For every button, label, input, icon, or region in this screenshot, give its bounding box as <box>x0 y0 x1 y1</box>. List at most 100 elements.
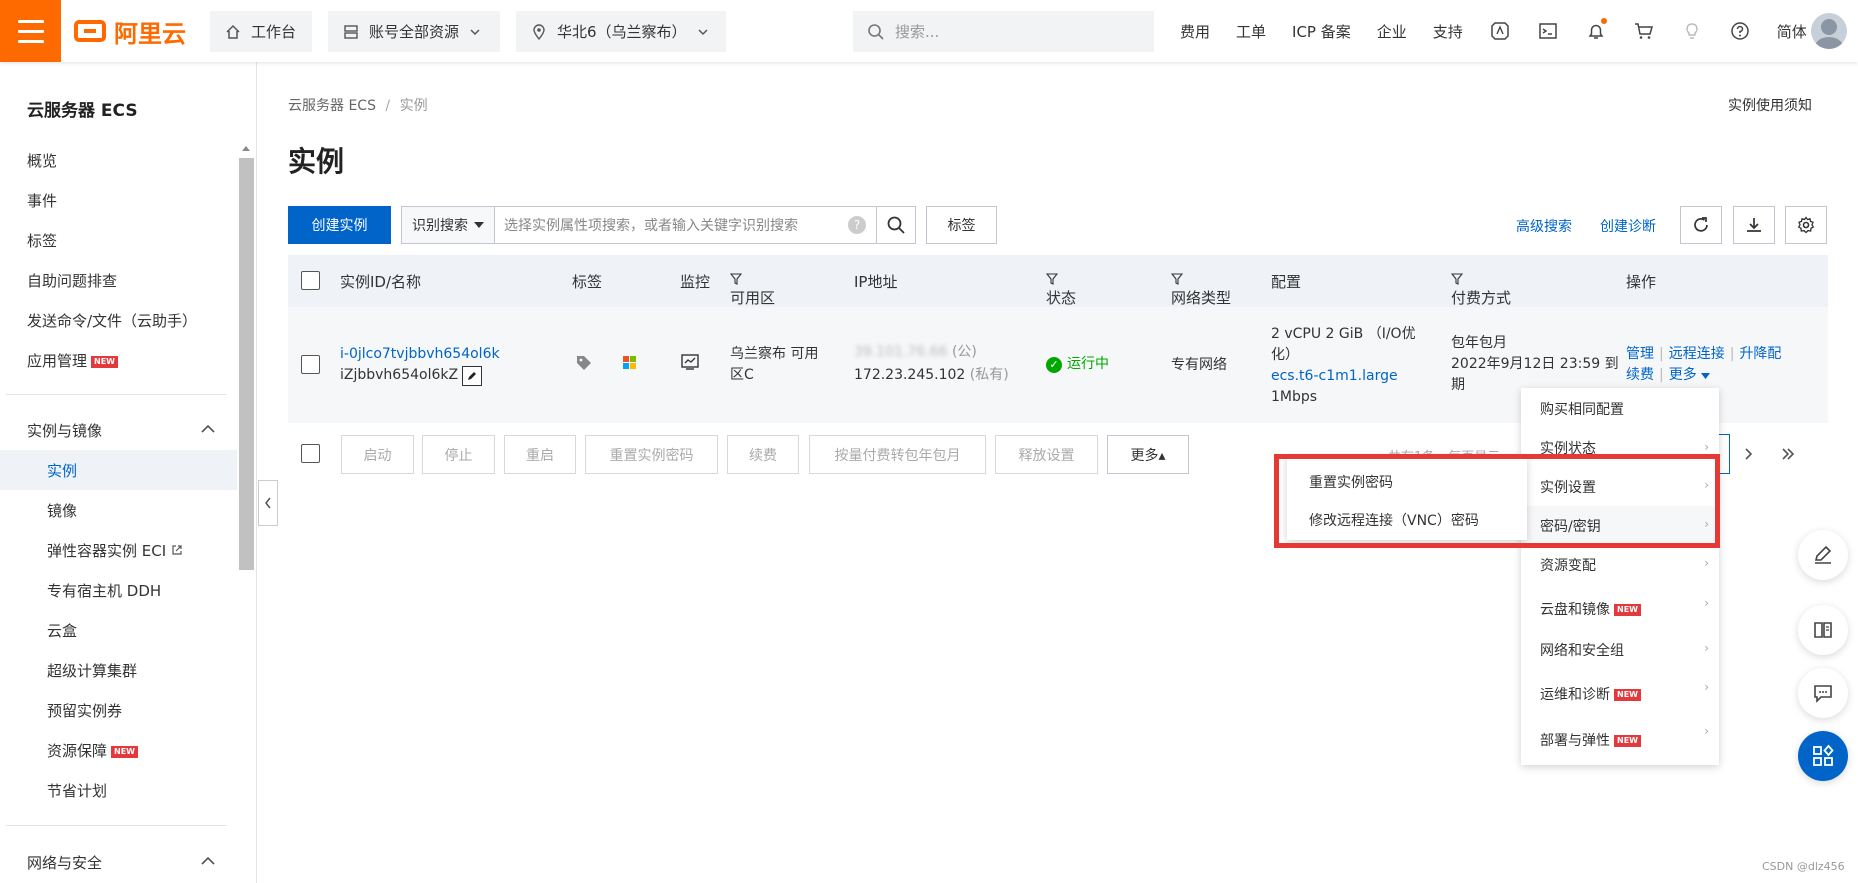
scrollbar-thumb[interactable] <box>239 158 254 570</box>
col-network[interactable]: 网络类型 <box>1170 271 1231 307</box>
nav-support[interactable]: 支持 <box>1433 21 1463 42</box>
row-checkbox[interactable] <box>301 355 320 374</box>
stop-button[interactable]: 停止 <box>422 435 495 474</box>
col-zone[interactable]: 可用区 <box>729 271 775 307</box>
remote-connect-link[interactable]: 远程连接 <box>1669 346 1725 362</box>
sidebar-item-ddh[interactable]: 专有宿主机 DDH <box>47 580 161 601</box>
manage-link[interactable]: 管理 <box>1626 346 1654 362</box>
global-search-input[interactable]: 搜索... <box>853 11 1154 52</box>
nav-enterprise[interactable]: 企业 <box>1377 21 1407 42</box>
menu-item-resize[interactable]: 资源变配 <box>1540 555 1596 575</box>
docs-button[interactable] <box>1798 605 1848 655</box>
chat-button[interactable] <box>1798 668 1848 718</box>
select-all-checkbox[interactable] <box>301 271 320 290</box>
reset-password-button[interactable]: 重置实例密码 <box>585 435 718 474</box>
feedback-button[interactable] <box>1798 530 1848 580</box>
menu-icon[interactable] <box>0 0 61 62</box>
lightbulb-icon[interactable] <box>1681 20 1703 42</box>
refresh-button[interactable] <box>1680 206 1722 244</box>
renew-button[interactable]: 续费 <box>727 435 799 474</box>
sidebar-item-cloud-assistant[interactable]: 发送命令/文件（云助手） <box>27 310 197 331</box>
breadcrumb-root[interactable]: 云服务器 ECS <box>288 98 376 114</box>
sidebar-item-troubleshoot[interactable]: 自助问题排查 <box>27 270 117 291</box>
language-switch[interactable]: 简体 <box>1777 21 1807 42</box>
aliyun-logo-icon <box>74 20 106 42</box>
sidebar-active-highlight <box>0 450 237 490</box>
col-status[interactable]: 状态 <box>1045 271 1076 307</box>
col-status-label: 状态 <box>1046 289 1077 307</box>
advanced-search-link[interactable]: 高级搜索 <box>1516 216 1572 236</box>
sidebar-scrollbar[interactable] <box>237 140 256 883</box>
scroll-up-icon[interactable] <box>241 144 251 152</box>
sidebar-item-instances[interactable]: 实例 <box>47 460 77 481</box>
api-icon[interactable] <box>1489 20 1511 42</box>
sidebar-item-events[interactable]: 事件 <box>27 190 57 211</box>
avatar[interactable] <box>1811 13 1847 49</box>
workbench-button[interactable]: 工作台 <box>210 11 312 52</box>
sidebar-item-savings-plan[interactable]: 节省计划 <box>47 780 107 801</box>
nav-fees[interactable]: 费用 <box>1180 21 1210 42</box>
filter-icon <box>729 273 743 285</box>
download-button[interactable] <box>1733 206 1775 244</box>
monitor-chart-icon[interactable] <box>681 353 699 375</box>
sidebar-item-tags[interactable]: 标签 <box>27 230 57 251</box>
cart-icon[interactable] <box>1633 20 1655 42</box>
instance-notice-link[interactable]: 实例使用须知 <box>1728 95 1812 115</box>
row-actions-line1: 管理 | 远程连接 | 升降配 <box>1626 344 1781 365</box>
instance-type-link[interactable]: ecs.t6-c1m1.large <box>1271 366 1398 387</box>
region-select[interactable]: 华北6（乌兰察布） <box>516 11 726 52</box>
chevron-left-icon <box>265 497 271 509</box>
upgrade-link[interactable]: 升降配 <box>1739 346 1781 362</box>
bulk-more-button[interactable]: 更多▴ <box>1107 435 1189 474</box>
help-icon[interactable] <box>1729 20 1751 42</box>
search-button[interactable] <box>876 206 916 244</box>
sidebar-item-app-management[interactable]: 应用管理 NEW <box>27 350 118 371</box>
next-page-icon[interactable] <box>1742 447 1754 461</box>
top-nav: 费用 工单 ICP 备案 企业 支持 简体 <box>1180 0 1807 62</box>
instance-id-link[interactable]: i-0jlco7tvjbbvh654ol6k <box>340 344 500 365</box>
restart-button[interactable]: 重启 <box>504 435 576 474</box>
sidebar-item-cloud-box[interactable]: 云盒 <box>47 620 77 641</box>
apps-button[interactable] <box>1798 731 1848 781</box>
sidebar-item-overview[interactable]: 概览 <box>27 150 57 171</box>
chevron-up-icon[interactable] <box>200 423 216 435</box>
sidebar-group-instances-images[interactable]: 实例与镜像 <box>27 420 102 441</box>
convert-billing-button[interactable]: 按量付费转包年包月 <box>809 435 986 474</box>
tag-filter-button[interactable]: 标签 <box>926 206 997 244</box>
menu-item-deploy-elastic[interactable]: 部署与弹性 NEW <box>1540 730 1641 750</box>
last-page-icon[interactable] <box>1780 447 1796 461</box>
sidebar-item-images[interactable]: 镜像 <box>47 500 77 521</box>
terminal-icon[interactable] <box>1537 20 1559 42</box>
create-diagnosis-link[interactable]: 创建诊断 <box>1600 216 1656 236</box>
sidebar-item-scc[interactable]: 超级计算集群 <box>47 660 137 681</box>
tag-icon[interactable] <box>576 355 592 375</box>
bulk-select-checkbox[interactable] <box>301 444 320 463</box>
more-actions-link[interactable]: 更多 <box>1669 367 1711 383</box>
logo[interactable]: 阿里云 <box>74 14 186 48</box>
edit-name-icon[interactable] <box>462 365 483 386</box>
sidebar-item-resource-guarantee[interactable]: 资源保障 NEW <box>47 740 138 761</box>
nav-icp[interactable]: ICP 备案 <box>1292 21 1351 42</box>
account-resources-select[interactable]: 账号全部资源 <box>328 11 500 52</box>
sidebar-item-eci[interactable]: 弹性容器实例 ECI <box>47 540 183 561</box>
sidebar-item-reserved[interactable]: 预留实例券 <box>47 700 122 721</box>
menu-item-network-sg[interactable]: 网络和安全组 <box>1540 640 1624 660</box>
menu-item-ops-diagnosis[interactable]: 运维和诊断 NEW <box>1540 684 1641 704</box>
start-button[interactable]: 启动 <box>341 435 414 474</box>
renew-link[interactable]: 续费 <box>1626 367 1654 383</box>
sidebar-collapse-button[interactable] <box>258 480 278 526</box>
help-icon[interactable]: ? <box>848 216 866 234</box>
menu-item-buy-same[interactable]: 购买相同配置 <box>1540 399 1624 419</box>
filter-input[interactable]: 选择实例属性项搜索，或者输入关键字识别搜索 <box>495 215 848 235</box>
chevron-up-icon[interactable] <box>200 855 216 867</box>
filter-mode-select[interactable]: 识别搜索 <box>402 207 495 243</box>
menu-item-disk-image[interactable]: 云盘和镜像 NEW <box>1540 599 1641 619</box>
col-billing[interactable]: 付费方式 <box>1450 271 1511 307</box>
top-bar: 阿里云 工作台 账号全部资源 华北6（乌兰察布） 搜索... 费用 工单 ICP… <box>0 0 1858 62</box>
settings-button[interactable] <box>1785 206 1827 244</box>
create-instance-button[interactable]: 创建实例 <box>288 206 391 244</box>
bell-icon[interactable] <box>1585 18 1607 42</box>
sidebar-group-network-security[interactable]: 网络与安全 <box>27 852 102 873</box>
nav-ticket[interactable]: 工单 <box>1236 21 1266 42</box>
release-settings-button[interactable]: 释放设置 <box>995 435 1098 474</box>
